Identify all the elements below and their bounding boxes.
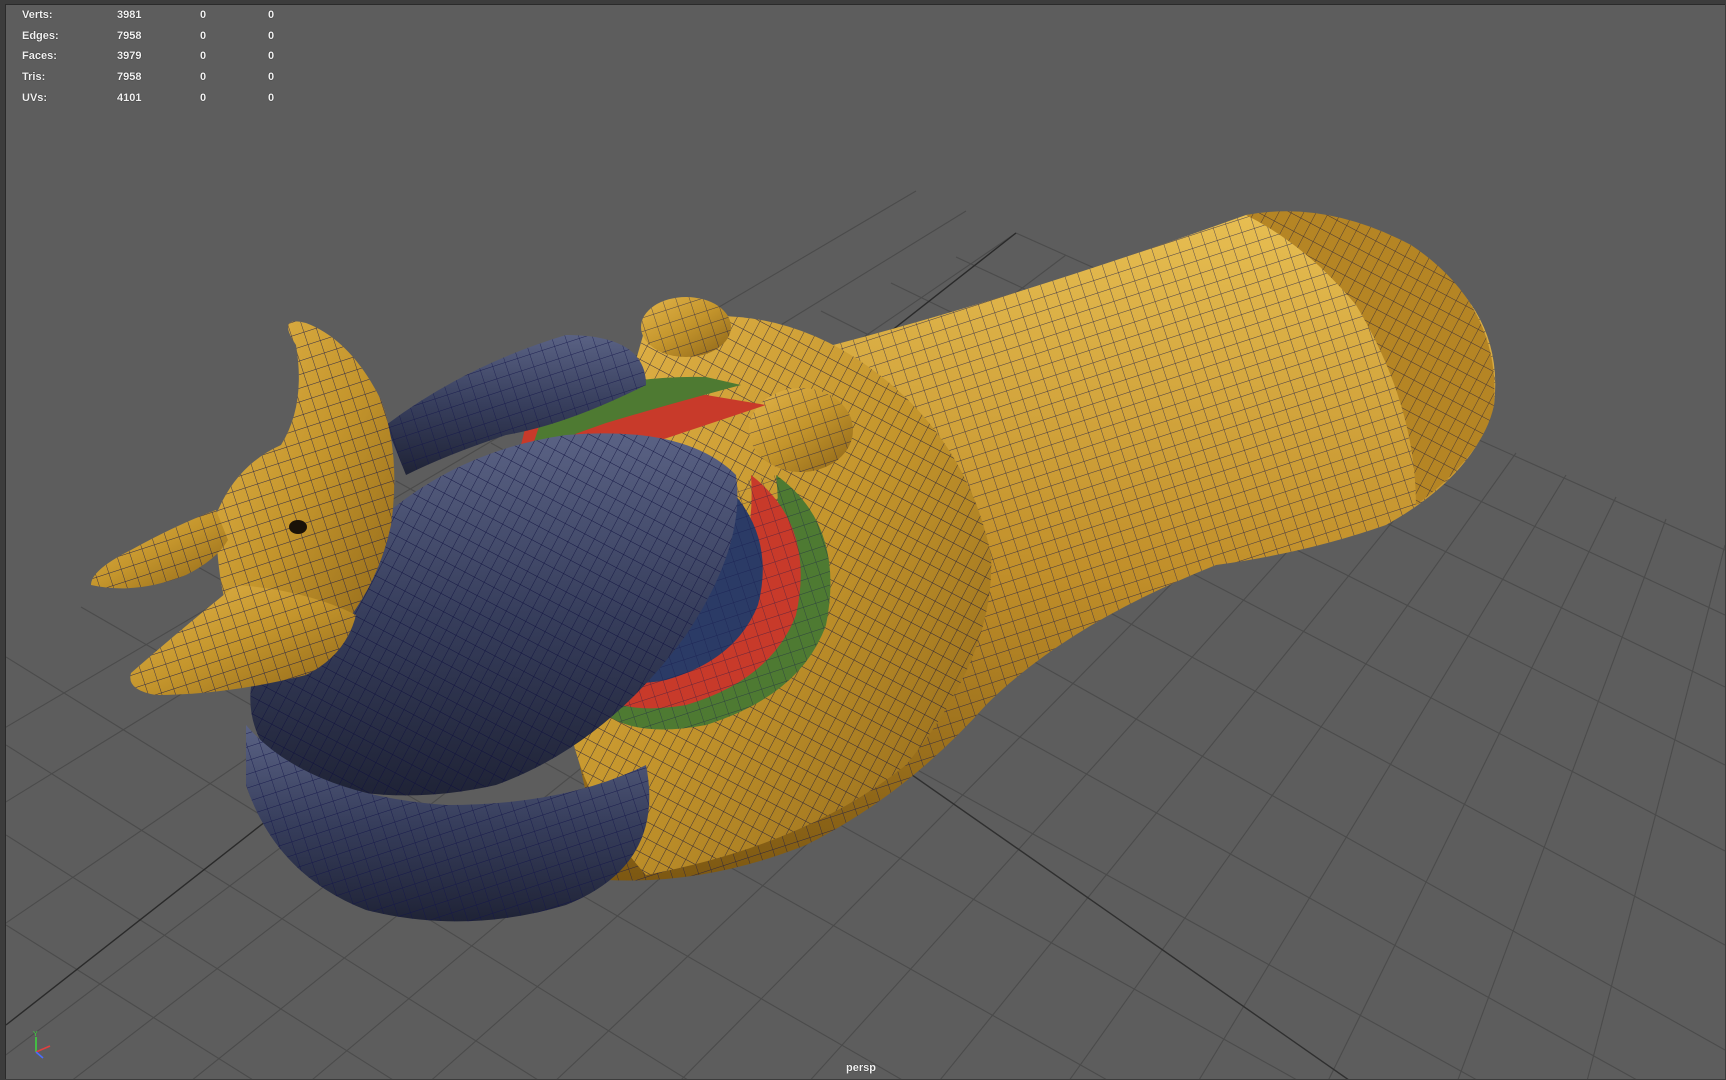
hud-component: 0 (268, 91, 275, 104)
hud-selected: 0 (200, 71, 207, 84)
xyz-axis-icon: Y (33, 1031, 51, 1059)
viewport-scene[interactable] (6, 5, 1725, 1079)
hud-selected: 0 (200, 29, 207, 42)
hud-selected: 0 (200, 50, 207, 63)
hud-component: 0 (268, 50, 275, 63)
hud-component: 0 (268, 71, 275, 84)
hud-component: 0 (268, 9, 275, 21)
hud-total: 4101 (117, 91, 142, 104)
hud-label: UVs: (22, 91, 48, 104)
hud-selected: 0 (200, 91, 207, 104)
hud-total: 3981 (117, 9, 142, 21)
axis-y-label: Y (33, 1031, 38, 1038)
hud-label: Faces: (22, 50, 57, 63)
hud-selected: 0 (200, 9, 207, 21)
hud-total: 3979 (117, 50, 142, 63)
hud-total: 7958 (117, 29, 142, 42)
hud-label: Tris: (22, 71, 46, 84)
hud-total: 7958 (117, 71, 142, 84)
hud-label: Verts: (22, 9, 53, 21)
hud-label: Edges: (22, 29, 59, 42)
model-jackal-eye (289, 520, 307, 534)
camera-name-label: persp (846, 1062, 876, 1074)
3d-viewport[interactable]: Verts: 3981 0 0 Edges: 7958 0 0 Faces: 3… (5, 4, 1725, 1079)
hud-component: 0 (268, 29, 275, 42)
